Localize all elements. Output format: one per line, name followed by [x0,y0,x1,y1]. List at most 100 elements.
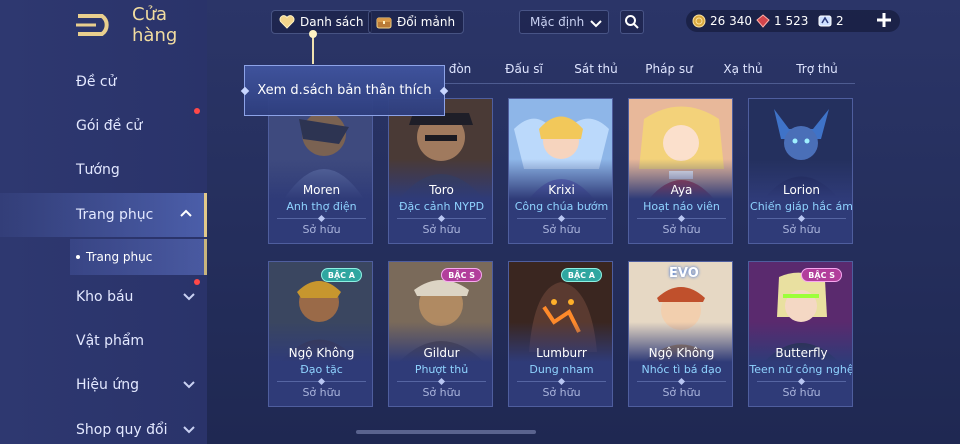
sidebar-item-label: Kho báu [76,289,134,305]
search-button[interactable] [620,10,644,34]
divider [517,377,606,386]
hero-name: Ngộ Không [288,346,355,360]
sidebar-item-bundles[interactable]: Gói đề cử [0,104,207,148]
skin-card[interactable]: Toro Đặc cảnh NYPD Sở hữu [388,98,493,244]
skin-card[interactable]: Moren Anh thợ điện Sở hữu [268,98,373,244]
ownership-status: Sở hữu [302,386,341,399]
divider [397,214,486,223]
skin-card[interactable]: Lorion Chiến giáp hắc ám Sở hữu [748,98,853,244]
search-icon [625,15,639,29]
ownership-status: Sở hữu [422,386,461,399]
sidebar-subitem-skins[interactable]: Trang phục [70,239,207,275]
chevron-up-icon [180,209,192,217]
skin-card[interactable]: BẬC A Ngộ Không Đạo tặc Sở hữu [268,261,373,407]
chevron-down-icon [183,293,195,301]
divider [757,214,846,223]
divider [277,214,366,223]
tab-tank[interactable]: đòn [449,62,472,76]
voucher-currency: 2 [818,10,844,32]
ruby-icon [756,14,770,28]
sidebar-subitem-label: Trang phục [86,250,153,264]
ownership-status: Sở hữu [662,386,701,399]
hero-name: Butterfly [775,346,828,360]
store-header: Cửa hàng [74,4,207,46]
ownership-status: Sở hữu [782,386,821,399]
diamond-icon [240,86,250,96]
tab-assassin[interactable]: Sát thủ [574,62,617,76]
heart-icon [279,15,295,29]
ownership-status: Sở hữu [422,223,461,236]
divider [277,377,366,386]
sidebar-item-label: Trang phục [76,207,154,223]
divider [517,214,606,223]
bullet-icon [76,255,80,259]
page-title: Cửa hàng [132,4,178,46]
ownership-status: Sở hữu [542,386,581,399]
sort-select[interactable]: Mặc định [519,10,609,34]
sidebar-item-skins[interactable]: Trang phục [0,193,207,237]
hero-name: Gildur [423,346,460,360]
sidebar-item-effects[interactable]: Hiệu ứng [0,363,207,407]
sidebar-item-label: Tướng [76,162,120,178]
sidebar-item-label: Vật phẩm [76,333,145,349]
sidebar-item-heroes[interactable]: Tướng [0,148,207,192]
tier-badge: BẬC S [801,268,842,282]
ownership-status: Sở hữu [782,223,821,236]
skin-card[interactable]: Aya Hoạt náo viên Sở hữu [628,98,733,244]
skin-card[interactable]: Krixi Công chúa bướm Sở hữu [508,98,613,244]
sidebar-item-label: Đề cử [76,74,117,90]
gold-currency: 26 340 [692,10,752,32]
skin-name: Phượt thủ [414,363,469,376]
skin-name: Công chúa bướm [514,200,609,213]
ownership-status: Sở hữu [302,223,341,236]
divider [397,377,486,386]
back-logo-icon[interactable] [74,12,118,38]
evo-badge: EVO [669,266,699,281]
sidebar-item-label: Shop quy đổi [76,422,168,438]
skin-name: Đặc cảnh NYPD [398,200,485,213]
sidebar-item-treasure[interactable]: Kho báu [0,275,207,319]
chevron-down-icon [590,20,602,28]
skin-card[interactable]: BẬC S Gildur Phượt thủ Sở hữu [388,261,493,407]
hero-name: Ngộ Không [648,346,715,360]
notification-dot [194,279,200,285]
gold-amount: 26 340 [710,14,752,28]
gem-currency: 1 523 [756,10,808,32]
diamond-icon [439,86,449,96]
tab-fighter[interactable]: Đấu sĩ [505,62,543,76]
skin-name: Chiến giáp hắc ám [750,200,853,213]
tab-mage[interactable]: Pháp sư [645,62,692,76]
sidebar-item-label: Gói đề cử [76,118,143,134]
hero-name: Krixi [548,183,575,197]
sidebar-item-items[interactable]: Vật phẩm [0,319,207,363]
skin-name: Đạo tặc [300,363,343,376]
category-tabs: đòn Đấu sĩ Sát thủ Pháp sư Xạ thủ Trợ th… [440,60,855,84]
favorites-list-label: Danh sách [300,15,364,29]
chevron-down-icon [183,381,195,389]
chest-icon [376,17,392,29]
skin-card[interactable]: EVO Ngộ Không Nhóc tì bá đạo Sở hữu [628,261,733,407]
hero-name: Aya [670,183,693,197]
voucher-amount: 2 [836,14,844,28]
sidebar-item-recommended[interactable]: Đề cử [0,60,207,104]
tier-badge: BẬC S [441,268,482,282]
voucher-icon [818,15,832,27]
skin-name: Anh thợ điện [286,200,357,213]
tab-marksman[interactable]: Xạ thủ [723,62,762,76]
favorites-tooltip: Xem d.sách bản thân thích [240,65,449,116]
hero-name: Lumburr [536,346,587,360]
plus-icon[interactable] [875,11,893,29]
tab-support[interactable]: Trợ thủ [796,62,838,76]
skin-card[interactable]: BẬC A Lumburr Dung nham Sở hữu [508,261,613,407]
tier-badge: BẬC A [320,268,362,282]
tooltip-connector [312,34,314,64]
scroll-indicator[interactable] [356,430,536,434]
divider [637,377,726,386]
sidebar-item-label: Hiệu ứng [76,377,139,393]
exchange-shards-button[interactable]: Đổi mảnh [368,10,465,34]
favorites-list-button[interactable]: Danh sách [271,10,373,34]
divider [757,377,846,386]
divider [637,214,726,223]
skin-card[interactable]: BẬC S Butterfly Teen nữ công nghệ Sở hữu [748,261,853,407]
sidebar-item-exchange-shop[interactable]: Shop quy đổi [0,408,207,444]
